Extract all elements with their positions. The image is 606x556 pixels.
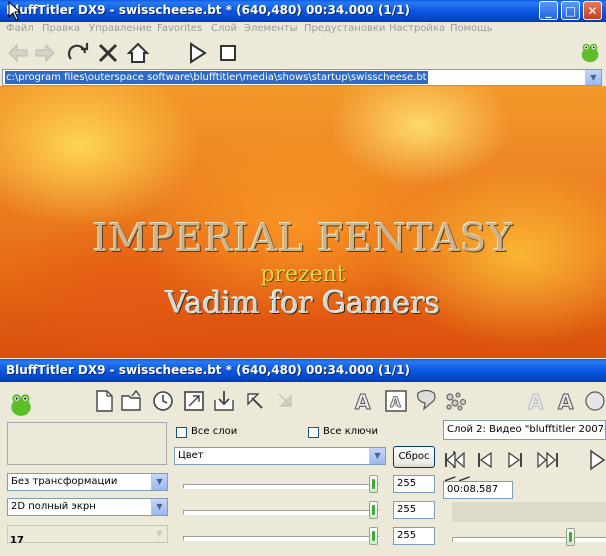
clock-icon[interactable] (152, 390, 174, 412)
text-style-icon[interactable]: A (555, 389, 579, 414)
next-key-icon[interactable] (505, 450, 525, 470)
timeline-strip[interactable] (452, 502, 606, 522)
menu-edit[interactable]: Правка (42, 23, 80, 34)
preview-credit-text: Vadim for Gamers (165, 286, 441, 321)
svg-text:A: A (558, 390, 574, 413)
play-icon[interactable] (588, 449, 606, 471)
resize-frame-icon[interactable] (183, 390, 205, 412)
save-download-icon[interactable] (213, 390, 235, 412)
show-path-field[interactable]: c:\program files\outerspace software\blu… (2, 69, 602, 86)
chevron-down-icon: ▼ (151, 526, 167, 542)
property-select[interactable]: Цвет ▼ (174, 447, 386, 465)
menu-bar: Файл Правка Управление Favorites Слой Эл… (0, 22, 606, 38)
frog-logo-icon (11, 394, 31, 416)
all-layers-checkbox[interactable] (176, 427, 187, 438)
control-panel: A A A A Все слои Все ключи Слой 2: Видео… (0, 382, 606, 556)
slider-thumb-2[interactable] (369, 501, 378, 519)
svg-text:A: A (355, 390, 371, 413)
panel-window-title: BluffTitler DX9 - swisscheese.bt * (640,… (6, 363, 410, 377)
reset-button[interactable]: Сброс (393, 446, 435, 468)
svg-text:A: A (390, 395, 401, 411)
first-key-icon[interactable] (443, 450, 467, 470)
main-title-bar: BluffTitler DX9 - swisscheese.bt * (640,… (0, 0, 606, 22)
panel-title-bar: BluffTitler DX9 - swisscheese.bt * (640,… (0, 359, 606, 382)
time-field[interactable]: 00:08.587 (443, 481, 513, 499)
bubble-effect-icon[interactable] (583, 389, 606, 413)
text-effect-icon[interactable]: A (525, 389, 549, 414)
main-toolbar (0, 38, 606, 68)
mode-select[interactable]: 2D полный экрн ▼ (7, 498, 168, 516)
close-window-button[interactable]: ✕ (583, 1, 602, 20)
menu-settings[interactable]: Настройка (389, 23, 445, 34)
slider-thumb-1[interactable] (369, 475, 378, 493)
value-field-1[interactable]: 255 (393, 475, 435, 493)
menu-favorites[interactable]: Favorites (157, 23, 202, 34)
transform-select-value: Без трансформации (11, 476, 118, 487)
preview-subtitle-text: prezent (260, 262, 346, 287)
text-box-icon[interactable]: A (384, 389, 408, 413)
previous-key-icon[interactable] (475, 450, 495, 470)
layer-thumbnail (7, 422, 167, 465)
all-keys-label: Все ключи (323, 426, 378, 437)
menu-layer[interactable]: Слой (211, 23, 237, 34)
chevron-down-icon[interactable]: ▼ (151, 499, 167, 515)
play-icon[interactable] (185, 41, 209, 65)
text-layer-icon[interactable]: A (352, 389, 376, 414)
slider-track-3 (183, 536, 379, 541)
back-arrow-icon[interactable] (6, 41, 30, 65)
main-window-title: BluffTitler DX9 - swisscheese.bt * (640,… (6, 3, 410, 17)
particles-icon[interactable] (444, 389, 468, 413)
disabled-arrow-icon (278, 393, 292, 407)
time-slider-track (452, 537, 606, 542)
menu-control[interactable]: Управление (89, 23, 152, 34)
forward-arrow-icon[interactable] (33, 41, 57, 65)
show-path-text: c:\program files\outerspace software\blu… (5, 71, 428, 84)
menu-presets[interactable]: Предустановки (304, 23, 385, 34)
slider-track-2 (183, 510, 379, 515)
time-slider-thumb[interactable] (566, 528, 575, 546)
menu-file[interactable]: Файл (6, 23, 34, 34)
new-document-icon[interactable] (93, 390, 115, 412)
transform-select[interactable]: Без трансформации ▼ (7, 473, 168, 491)
menu-help[interactable]: Помощь (450, 23, 493, 34)
minimize-button[interactable]: _ (539, 1, 558, 20)
mouse-cursor-icon (8, 1, 22, 21)
frame-counter: 17 (10, 535, 24, 546)
video-preview: IMPERIAL FENTASY prezent Vadim for Gamer… (0, 86, 606, 358)
value-field-3[interactable]: 255 (393, 527, 435, 545)
refresh-icon[interactable] (66, 41, 90, 65)
svg-text:A: A (528, 390, 544, 413)
speech-bubble-icon[interactable] (414, 389, 438, 413)
open-folder-icon[interactable] (121, 390, 143, 412)
chevron-down-icon[interactable]: ▼ (369, 448, 385, 464)
layer-name-field[interactable]: Слой 2: Видео "blufftitler 2007-04-1 (443, 420, 606, 440)
preview-title-text: IMPERIAL FENTASY (92, 216, 514, 260)
value-field-2[interactable]: 255 (393, 501, 435, 519)
frog-logo-icon (581, 43, 599, 63)
select-arrow-icon[interactable] (244, 390, 266, 412)
slider-thumb-3[interactable] (369, 527, 378, 545)
chevron-down-icon[interactable]: ▼ (151, 474, 167, 490)
all-keys-checkbox[interactable] (308, 427, 319, 438)
home-icon[interactable] (126, 41, 150, 65)
close-x-icon[interactable] (96, 41, 120, 65)
maximize-button[interactable]: □ (561, 1, 580, 20)
all-layers-label: Все слои (191, 426, 238, 437)
property-select-value: Цвет (178, 450, 204, 461)
slider-track-1 (183, 484, 379, 489)
menu-elements[interactable]: Элементы (244, 23, 297, 34)
stop-icon[interactable] (216, 41, 240, 65)
disabled-select: 17 ▼ (7, 525, 168, 546)
chevron-down-icon[interactable]: ▼ (585, 70, 601, 85)
last-key-icon[interactable] (534, 450, 560, 470)
mode-select-value: 2D полный экрн (11, 501, 96, 512)
